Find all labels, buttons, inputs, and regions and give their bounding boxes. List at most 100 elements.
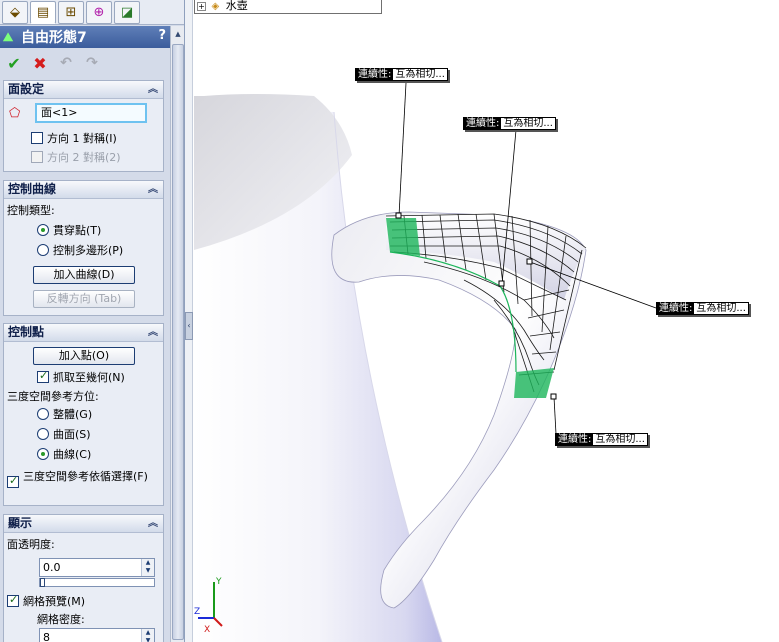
face-selection-box[interactable]: 面<1>: [35, 103, 147, 123]
through-points-label: 貫穿點(T): [53, 224, 102, 237]
global-radio-dot[interactable]: [37, 408, 49, 420]
face-settings-header[interactable]: 面設定 ︽: [4, 81, 163, 99]
continuity-callout[interactable]: 連續性: 互為相切...: [463, 117, 556, 130]
callout-key: 連續性:: [657, 303, 695, 314]
continuity-callout[interactable]: 連續性: 互為相切...: [355, 68, 448, 81]
triad-orientation-label: 三度空間參考方位:: [7, 390, 99, 403]
callout-value[interactable]: 互為相切...: [694, 303, 748, 314]
freeform-feature-icon: ⛰: [3, 29, 14, 44]
direction1-symmetry-checkbox[interactable]: 方向 1 對稱(I): [31, 130, 117, 146]
configuration-icon: ⊞: [65, 5, 77, 20]
triad-y-label: Y: [215, 577, 222, 587]
curve-radio-dot[interactable]: [37, 448, 49, 460]
display-title: 顯示: [8, 516, 33, 530]
direction2-checkbox-box[interactable]: [31, 151, 43, 163]
crosshair-icon: ⊕: [93, 5, 105, 20]
mesh-preview-checkbox-box[interactable]: [7, 593, 19, 607]
snap-checkbox-box[interactable]: [37, 369, 49, 383]
through-points-radio-dot[interactable]: [37, 224, 49, 236]
control-type-label: 控制類型:: [7, 204, 55, 217]
reverse-direction-button[interactable]: 反轉方向 (Tab): [33, 290, 135, 308]
panel-scrollbar[interactable]: ▲: [170, 26, 184, 642]
callout-key: 連續性:: [464, 118, 502, 129]
callout-key: 連續性:: [556, 434, 594, 445]
graphics-viewport[interactable]: Y Z X + ◈ 水壺 連續性: 互為相切... 連續性: 互為相切... 連…: [194, 0, 779, 642]
continuity-callout[interactable]: 連續性: 互為相切...: [656, 302, 749, 315]
control-curves-header[interactable]: 控制曲線 ︽: [4, 181, 163, 199]
control-points-header[interactable]: 控制點 ︽: [4, 324, 163, 342]
triad-z-label: Z: [194, 607, 200, 617]
cancel-button[interactable]: ✖: [31, 54, 49, 73]
mesh-density-input[interactable]: 8 ▲ ▼: [39, 628, 155, 642]
control-polygon-label: 控制多邊形(P): [53, 244, 124, 257]
callout-value[interactable]: 互為相切...: [501, 118, 555, 129]
curve-label: 曲線(C): [53, 448, 92, 461]
triad-follow-checkbox-box[interactable]: [7, 474, 19, 488]
control-curves-title: 控制曲線: [8, 182, 57, 196]
snap-label: 抓取至幾何(N): [53, 371, 125, 384]
configuration-manager-tab[interactable]: ⊞: [58, 1, 84, 24]
mesh-density-spinner[interactable]: ▲ ▼: [141, 629, 154, 642]
surface-radio[interactable]: 曲面(S): [37, 426, 91, 442]
add-curve-button[interactable]: 加入曲線(D): [33, 266, 135, 284]
surface-radio-dot[interactable]: [37, 428, 49, 440]
collapse-chevron-icon[interactable]: ︽: [148, 181, 158, 198]
action-bar: ✔ ✖ ↶ ↷: [0, 50, 170, 76]
model-canvas: Y Z X: [194, 82, 657, 642]
dimxpert-manager-tab[interactable]: ⊕: [86, 1, 112, 24]
triad-follow-label: 三度空間參考依循選擇(F): [23, 470, 148, 483]
redo-button[interactable]: ↷: [83, 55, 101, 71]
panel-title: 自由形態7: [21, 30, 87, 46]
display-manager-tab[interactable]: ◪: [114, 1, 140, 24]
mesh-preview-checkbox[interactable]: 網格預覽(M): [7, 593, 85, 609]
manager-tabs: ⬙ ▤ ⊞ ⊕ ◪: [0, 0, 184, 25]
direction2-label: 方向 2 對稱(2): [47, 151, 121, 164]
snap-to-geometry-checkbox[interactable]: 抓取至幾何(N): [37, 369, 125, 385]
control-points-title: 控制點: [8, 325, 45, 339]
mesh-density-value: 8: [43, 631, 50, 642]
mesh-density-label: 網格密度:: [37, 613, 85, 626]
collapse-panel-grip-icon[interactable]: ‹: [185, 312, 193, 340]
help-button[interactable]: ?: [158, 28, 166, 43]
face-selection-icon: ⬠: [9, 106, 21, 121]
face-settings-title: 面設定: [8, 82, 45, 96]
triad-x-label: X: [204, 625, 210, 635]
mesh-preview-label: 網格預覽(M): [23, 595, 86, 608]
feature-manager-tab[interactable]: ⬙: [2, 1, 28, 24]
feature-tree-icon: ⬙: [10, 5, 20, 20]
control-polygon-radio-dot[interactable]: [37, 244, 49, 256]
panel-title-bar: ⛰ 自由形態7 ?: [0, 26, 170, 48]
flyout-feature-tree[interactable]: + ◈ 水壺: [194, 0, 382, 14]
scrollbar-thumb[interactable]: [172, 44, 184, 640]
direction2-symmetry-checkbox[interactable]: 方向 2 對稱(2): [31, 149, 121, 165]
global-radio[interactable]: 整體(G): [37, 406, 92, 422]
callout-key: 連續性:: [356, 69, 394, 80]
callout-value[interactable]: 互為相切...: [393, 69, 447, 80]
collapse-chevron-icon[interactable]: ︽: [148, 81, 158, 98]
callout-value[interactable]: 互為相切...: [593, 434, 647, 445]
undo-button[interactable]: ↶: [57, 55, 75, 71]
transparency-slider[interactable]: [39, 578, 155, 587]
expand-icon[interactable]: +: [197, 2, 206, 11]
collapse-chevron-icon[interactable]: ︽: [148, 324, 158, 341]
triad-follows-selection-checkbox[interactable]: 三度空間參考依循選擇(F): [7, 470, 163, 488]
transparency-input[interactable]: 0.0 ▲ ▼: [39, 558, 155, 577]
scroll-up-arrow-icon[interactable]: ▲: [172, 27, 184, 42]
direction1-checkbox-box[interactable]: [31, 132, 43, 144]
display-icon: ◪: [120, 5, 134, 20]
ok-button[interactable]: ✔: [5, 54, 23, 73]
panel-splitter[interactable]: ‹: [185, 0, 193, 642]
continuity-callout[interactable]: 連續性: 互為相切...: [555, 433, 648, 446]
curve-radio[interactable]: 曲線(C): [37, 446, 91, 462]
surface-label: 曲面(S): [53, 428, 91, 441]
direction1-label: 方向 1 對稱(I): [47, 132, 117, 145]
property-sheet-icon: ▤: [36, 5, 50, 20]
transparency-slider-thumb[interactable]: [40, 578, 45, 587]
collapse-chevron-icon[interactable]: ︽: [148, 515, 158, 532]
through-points-radio[interactable]: 貫穿點(T): [37, 222, 101, 238]
transparency-spinner[interactable]: ▲ ▼: [141, 559, 154, 576]
property-manager-tab[interactable]: ▤: [30, 1, 56, 24]
add-points-button[interactable]: 加入點(O): [33, 347, 135, 365]
control-polygon-radio[interactable]: 控制多邊形(P): [37, 242, 123, 258]
display-header[interactable]: 顯示 ︽: [4, 515, 163, 533]
